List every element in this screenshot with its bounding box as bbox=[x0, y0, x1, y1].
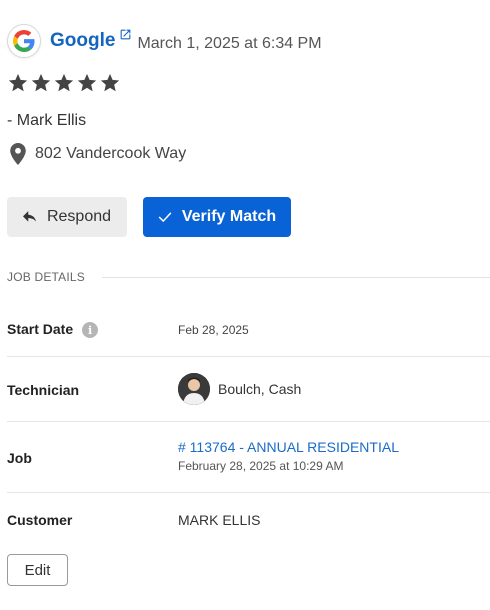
location-pin-icon bbox=[10, 143, 26, 165]
reply-icon bbox=[22, 211, 37, 222]
respond-button[interactable]: Respond bbox=[7, 197, 127, 237]
verify-label: Verify Match bbox=[181, 208, 277, 225]
review-address: 802 Vandercook Way bbox=[10, 143, 186, 165]
review-header: Google March 1, 2025 at 6:34 PM bbox=[7, 24, 322, 58]
verify-match-button[interactable]: Verify Match bbox=[143, 197, 291, 237]
job-label: Job bbox=[7, 450, 32, 466]
respond-label: Respond bbox=[46, 208, 112, 225]
customer-row: Customer MARK ELLIS bbox=[7, 511, 490, 531]
technician-label: Technician bbox=[7, 382, 80, 398]
info-icon[interactable]: i bbox=[82, 322, 99, 339]
section-divider bbox=[102, 276, 490, 278]
job-date: February 28, 2025 at 10:29 AM bbox=[178, 459, 344, 473]
job-details-header: JOB DETAILS bbox=[7, 270, 490, 284]
review-source-link[interactable]: Google bbox=[50, 30, 115, 52]
row-divider bbox=[7, 492, 490, 493]
review-date: March 1, 2025 at 6:34 PM bbox=[137, 35, 322, 52]
start-date-value: Feb 28, 2025 bbox=[178, 323, 249, 337]
section-title: JOB DETAILS bbox=[7, 270, 85, 284]
start-date-label: Start Date bbox=[7, 321, 74, 337]
external-link-icon[interactable] bbox=[119, 28, 132, 46]
row-divider bbox=[7, 421, 490, 422]
star-icon bbox=[54, 73, 74, 92]
reviewer-name: - Mark Ellis bbox=[7, 112, 87, 129]
job-link[interactable]: # 113764 - ANNUAL RESIDENTIAL bbox=[178, 439, 399, 455]
customer-label: Customer bbox=[7, 512, 73, 528]
star-icon bbox=[8, 73, 28, 92]
technician-row: Technician Boulch, Cash bbox=[7, 373, 490, 405]
start-date-row: Start Date i Feb 28, 2025 bbox=[7, 320, 490, 340]
row-divider bbox=[7, 356, 490, 357]
customer-value: MARK ELLIS bbox=[178, 512, 261, 528]
star-icon bbox=[77, 73, 97, 92]
address-text: 802 Vandercook Way bbox=[35, 145, 187, 162]
google-logo bbox=[7, 24, 41, 58]
check-icon bbox=[158, 212, 172, 223]
star-rating bbox=[7, 72, 121, 94]
job-row: Job # 113764 - ANNUAL RESIDENTIAL Februa… bbox=[7, 439, 490, 475]
technician-name: Boulch, Cash bbox=[218, 381, 302, 397]
star-icon bbox=[100, 73, 120, 92]
star-icon bbox=[31, 73, 51, 92]
avatar bbox=[178, 373, 210, 405]
edit-button[interactable]: Edit bbox=[7, 554, 68, 586]
